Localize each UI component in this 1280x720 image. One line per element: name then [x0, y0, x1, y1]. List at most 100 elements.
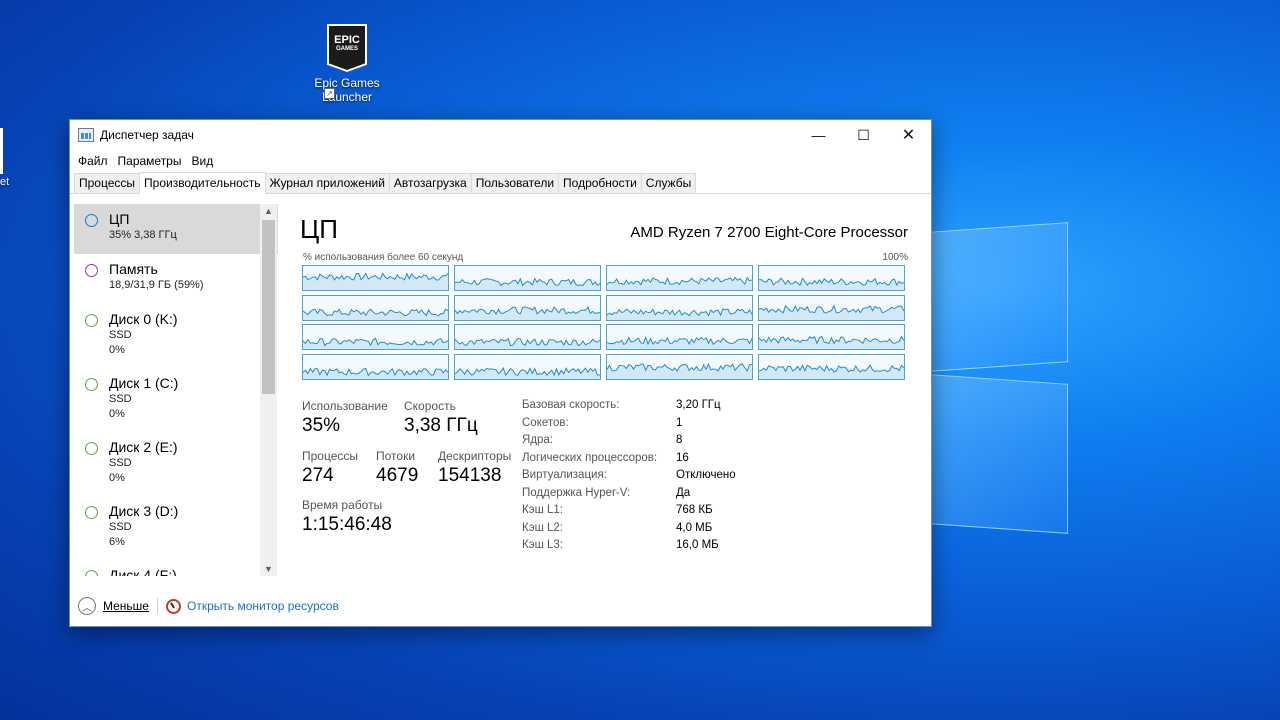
threads-label: Потоки	[376, 449, 416, 463]
processes-label: Процессы	[302, 449, 359, 463]
menu-file[interactable]: Файл	[73, 154, 113, 168]
tab-users[interactable]: Пользователи	[470, 173, 560, 193]
sidebar-item-disk2[interactable]: Диск 2 (E:) SSD 0%	[74, 432, 278, 496]
info-value-base-speed: 3,20 ГГц	[676, 399, 721, 411]
core-graph-0	[302, 265, 449, 291]
tab-app-history[interactable]: Журнал приложений	[264, 173, 390, 193]
fewer-details-link[interactable]: Меньше	[103, 599, 149, 613]
uptime-label: Время работы	[302, 498, 383, 512]
resource-monitor-icon[interactable]	[165, 598, 181, 614]
sidebar-item-disk1[interactable]: Диск 1 (C:) SSD 0%	[74, 368, 278, 432]
disk-status-circle-icon	[85, 570, 98, 576]
core-graph-13	[454, 353, 601, 380]
scroll-thumb[interactable]	[262, 220, 275, 394]
maximize-button[interactable]: ☐	[841, 120, 886, 150]
chevron-up-icon[interactable]: ︿	[78, 597, 96, 615]
task-manager-icon	[78, 128, 94, 142]
info-label-l1-cache: Кэш L1:	[522, 504, 563, 516]
cpu-core-graphs[interactable]	[302, 265, 908, 381]
sidebar-item-disk0[interactable]: Диск 0 (K:) SSD 0%	[74, 304, 278, 368]
epic-games-logo-icon: EPIC GAMES	[327, 24, 367, 72]
sidebar-item-name: Диск 1 (C:)	[109, 375, 179, 391]
core-graph-8	[302, 324, 449, 350]
info-label-hyper-v: Поддержка Hyper-V:	[522, 486, 631, 499]
sidebar-item-usage: 6%	[109, 536, 125, 548]
sidebar-item-memory[interactable]: Память 18,9/31,9 ГБ (59%)	[74, 254, 278, 304]
menu-bar: Файл Параметры Вид	[70, 150, 931, 172]
info-value-cores: 8	[676, 434, 683, 446]
memory-status-circle-icon	[85, 264, 98, 277]
tab-performance[interactable]: Производительность	[139, 172, 266, 194]
sidebar-item-disk4[interactable]: Диск 4 (F:)	[74, 560, 278, 576]
core-graph-6	[606, 294, 753, 321]
info-value-logical-processors: 16	[676, 451, 689, 464]
core-graph-1	[454, 265, 601, 291]
info-value-l2-cache: 4,0 МБ	[676, 521, 713, 534]
open-resource-monitor-link[interactable]: Открыть монитор ресурсов	[187, 599, 339, 613]
sidebar-item-type: SSD	[109, 329, 132, 341]
sidebar-scrollbar[interactable]: ▲ ▼	[260, 204, 277, 576]
info-label-cores: Ядра:	[522, 434, 554, 446]
processes-value: 274	[302, 465, 334, 486]
info-value-l3-cache: 16,0 МБ	[676, 539, 719, 551]
sidebar-item-usage: 0%	[109, 344, 125, 356]
cpu-model-name: AMD Ryzen 7 2700 Eight-Core Processor	[630, 224, 908, 241]
sidebar-item-name: Диск 0 (K:)	[109, 311, 178, 327]
info-value-sockets: 1	[676, 416, 683, 429]
speed-value: 3,38 ГГц	[404, 415, 478, 436]
handles-label: Дескрипторы	[438, 449, 512, 463]
title-bar[interactable]: Диспетчер задач — ☐ ✕	[70, 120, 931, 150]
disk-status-circle-icon	[85, 506, 98, 519]
sidebar-item-type: SSD	[109, 521, 132, 533]
core-graph-5	[454, 294, 601, 321]
core-graph-9	[454, 324, 601, 350]
core-graph-4	[302, 294, 449, 321]
scroll-down-icon[interactable]: ▼	[260, 562, 277, 576]
sidebar-item-disk3[interactable]: Диск 3 (D:) SSD 6%	[74, 496, 278, 560]
sidebar-item-type: SSD	[109, 457, 132, 469]
info-label-virtualization: Виртуализация:	[522, 469, 607, 481]
minimize-button[interactable]: —	[796, 120, 841, 150]
core-graph-14	[606, 353, 753, 380]
menu-view[interactable]: Вид	[186, 154, 218, 168]
desktop-icon-label-line2: Launcher	[321, 90, 373, 104]
graph-max-label: 100%	[882, 252, 908, 263]
tab-processes[interactable]: Процессы	[74, 173, 141, 193]
sidebar-item-cpu[interactable]: ЦП 35% 3,38 ГГц	[74, 204, 278, 254]
disk-status-circle-icon	[85, 314, 98, 327]
info-value-virtualization: Отключено	[676, 469, 736, 481]
cpu-panel: ЦП AMD Ryzen 7 2700 Eight-Core Processor…	[300, 194, 912, 586]
wallpaper-windows-logo	[900, 180, 1280, 580]
speed-label: Скорость	[404, 399, 456, 413]
core-graph-15	[758, 353, 905, 380]
desktop-icon-label-line1: Epic Games	[314, 76, 380, 90]
tab-details[interactable]: Подробности	[558, 173, 642, 193]
desktop-icon-partial[interactable]: et	[0, 128, 12, 188]
sidebar-item-name: Диск 3 (D:)	[109, 503, 179, 519]
info-value-l1-cache: 768 КБ	[676, 504, 713, 516]
info-label-logical-processors: Логических процессоров:	[522, 451, 658, 464]
sidebar-item-usage: 0%	[109, 472, 125, 484]
cpu-status-circle-icon	[85, 214, 98, 227]
cpu-stats: Использование 35% Скорость 3,38 ГГц Проц…	[300, 399, 912, 579]
sidebar-item-detail: 18,9/31,9 ГБ (59%)	[109, 279, 204, 291]
uptime-value: 1:15:46:48	[302, 514, 392, 535]
shortcut-arrow-icon: ↗	[324, 88, 335, 99]
desktop-icon-epic-games[interactable]: EPIC GAMES ↗ Epic Games Launcher	[310, 24, 384, 104]
core-graph-12	[302, 353, 449, 380]
close-button[interactable]: ✕	[886, 120, 931, 150]
info-value-hyper-v: Да	[676, 486, 691, 499]
info-label-sockets: Сокетов:	[522, 416, 569, 429]
graph-caption: % использования более 60 секунд	[303, 252, 464, 263]
tab-strip: Процессы Производительность Журнал прило…	[70, 172, 931, 194]
tab-services[interactable]: Службы	[640, 173, 697, 193]
info-label-l3-cache: Кэш L3:	[522, 539, 563, 551]
menu-options[interactable]: Параметры	[113, 154, 187, 168]
disk-status-circle-icon	[85, 442, 98, 455]
sidebar-item-usage: 0%	[109, 408, 125, 420]
performance-content: ЦП 35% 3,38 ГГц Память 18,9/31,9 ГБ (59%…	[70, 194, 931, 586]
sidebar-item-name: Диск 4 (F:)	[109, 567, 177, 576]
tab-startup[interactable]: Автозагрузка	[388, 173, 472, 193]
scroll-up-icon[interactable]: ▲	[260, 204, 277, 218]
task-manager-window: Диспетчер задач — ☐ ✕ Файл Параметры Вид…	[69, 119, 932, 627]
